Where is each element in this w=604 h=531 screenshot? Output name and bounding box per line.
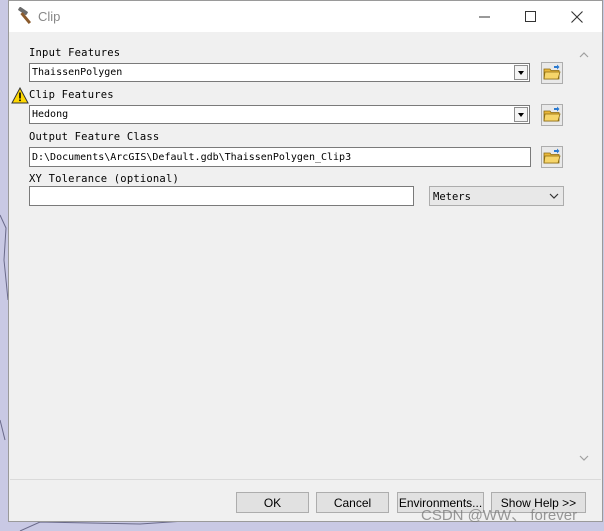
maximize-icon <box>524 11 536 22</box>
xy-tolerance-input[interactable] <box>29 186 414 206</box>
output-feature-class-label: Output Feature Class <box>29 131 160 143</box>
xy-tolerance-unit-value: Meters <box>433 191 471 203</box>
minimize-button[interactable] <box>461 1 507 32</box>
chevron-down-icon <box>549 193 559 199</box>
close-icon <box>571 10 583 23</box>
browse-clip-features-button[interactable] <box>541 104 563 126</box>
chevron-down-icon <box>518 70 524 75</box>
input-features-label: Input Features <box>29 47 121 59</box>
title-bar[interactable]: Clip <box>9 1 602 32</box>
scroll-down-icon[interactable] <box>579 454 589 462</box>
hammer-icon <box>18 7 32 25</box>
window-title: Clip <box>38 9 61 24</box>
input-features-combo[interactable]: ThaissenPolygen <box>29 63 530 82</box>
vertical-scrollbar[interactable] <box>575 43 593 473</box>
xy-tolerance-label: XY Tolerance (optional) <box>29 173 179 185</box>
browse-input-features-button[interactable] <box>541 62 563 84</box>
open-folder-icon <box>543 148 561 164</box>
open-folder-icon <box>543 64 561 80</box>
maximize-button[interactable] <box>507 1 553 32</box>
minimize-icon <box>478 16 490 17</box>
input-features-dropdown-arrow[interactable] <box>514 65 528 80</box>
parameters-panel: Input Features ThaissenPolygen Clip Feat… <box>10 33 595 478</box>
clip-features-label: Clip Features <box>29 89 114 101</box>
watermark: CSDN @WW、 forever <box>421 507 578 524</box>
warning-triangle-icon <box>11 87 29 104</box>
clip-dialog: Clip Input Features ThaissenPolygen Clip… <box>8 0 603 522</box>
output-feature-class-value: D:\Documents\ArcGIS\Default.gdb\Thaissen… <box>32 152 352 163</box>
clip-features-value: Hedong <box>32 109 69 120</box>
output-feature-class-input[interactable]: D:\Documents\ArcGIS\Default.gdb\Thaissen… <box>29 147 531 167</box>
scroll-up-icon[interactable] <box>579 51 589 59</box>
input-features-value: ThaissenPolygen <box>32 67 123 78</box>
browse-output-feature-class-button[interactable] <box>541 146 563 168</box>
open-folder-icon <box>543 106 561 122</box>
clip-features-dropdown-arrow[interactable] <box>514 107 528 122</box>
chevron-down-icon <box>518 112 524 117</box>
close-button[interactable] <box>554 1 600 32</box>
clip-features-combo[interactable]: Hedong <box>29 105 530 124</box>
ok-button[interactable]: OK <box>236 492 309 513</box>
cancel-button[interactable]: Cancel <box>316 492 389 513</box>
xy-tolerance-unit-select[interactable]: Meters <box>429 186 564 206</box>
